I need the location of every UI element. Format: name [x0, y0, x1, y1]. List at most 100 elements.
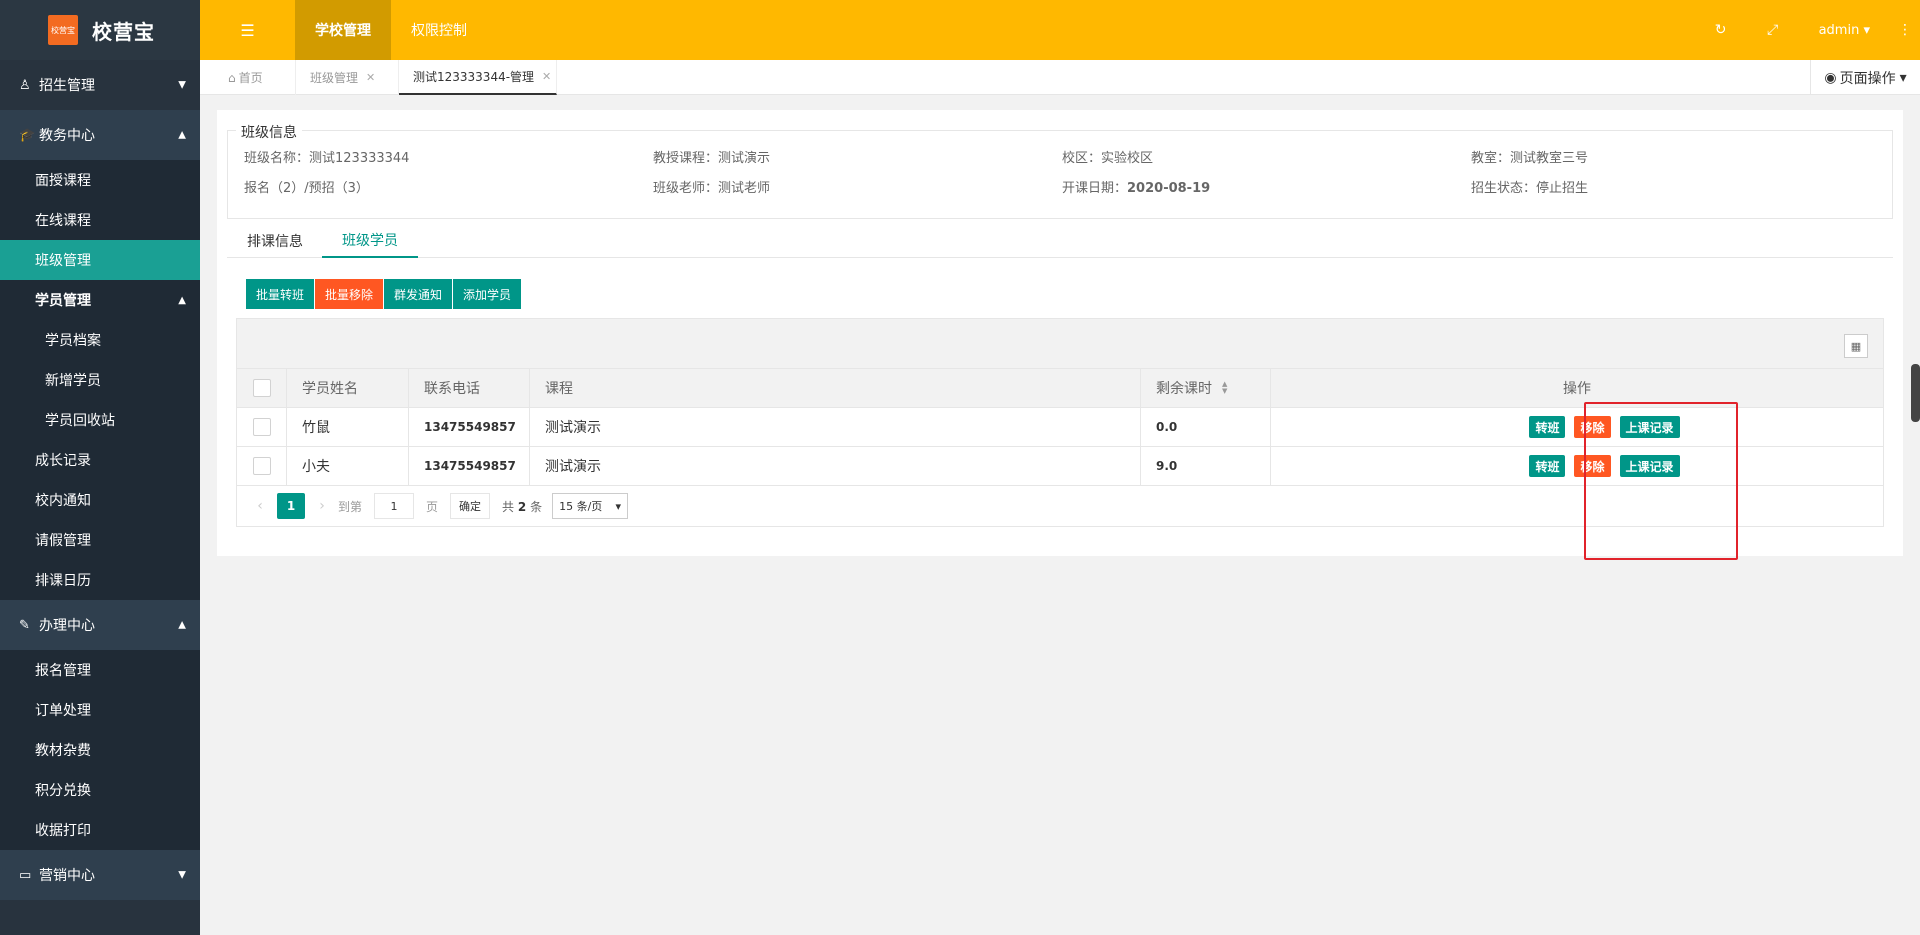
- sidebar-item-notices[interactable]: 校内通知: [0, 480, 200, 520]
- transfer-button[interactable]: 转班: [1529, 416, 1566, 438]
- tab-label: 首页: [238, 71, 263, 85]
- close-icon[interactable]: ✕: [542, 70, 551, 83]
- total-count: 共 2 条: [502, 498, 542, 515]
- tab-class-management[interactable]: 班级管理 ✕: [296, 60, 399, 95]
- batch-transfer-button[interactable]: 批量转班: [246, 279, 316, 309]
- row-checkbox[interactable]: [252, 418, 271, 436]
- total-value: 2: [517, 499, 527, 514]
- top-menu-school[interactable]: 学校管理: [295, 0, 391, 60]
- sidebar-item-student-profiles[interactable]: 学员档案: [0, 320, 200, 360]
- page-label: 页: [426, 499, 439, 514]
- current-page[interactable]: 1: [277, 493, 305, 519]
- value: 实验校区: [1101, 151, 1154, 166]
- value: 测试教室三号: [1510, 151, 1589, 166]
- nav-group-marketing[interactable]: ▭ 营销中心 ▼: [0, 850, 200, 900]
- sidebar-item-calendar[interactable]: 排课日历: [0, 560, 200, 600]
- class-name-info: 班级名称：测试123333344: [244, 147, 409, 166]
- sidebar-item-class-management[interactable]: 班级管理: [0, 240, 200, 280]
- nav-group-office[interactable]: ✎ 办理中心 ▲: [0, 600, 200, 650]
- batch-remove-button[interactable]: 批量移除: [315, 279, 385, 309]
- caret-down-icon: ▾: [1899, 69, 1907, 86]
- fullscreen-icon[interactable]: ⤢: [1747, 22, 1799, 38]
- top-menu-permissions[interactable]: 权限控制: [391, 0, 487, 60]
- logo-text: 校营宝: [92, 19, 155, 44]
- user-menu[interactable]: admin ▾: [1799, 23, 1890, 38]
- table-toolbar: ▦: [237, 319, 1883, 369]
- class-info-fieldset: 班级信息 班级名称：测试123333344 教授课程：测试演示 校区：实验校区 …: [227, 122, 1893, 219]
- sidebar-item-face-courses[interactable]: 面授课程: [0, 160, 200, 200]
- close-icon[interactable]: ✕: [366, 71, 375, 84]
- value: 停止招生: [1536, 181, 1589, 196]
- top-right-tools: ↻ ⤢ admin ▾ ⋮: [1695, 0, 1920, 60]
- total-suffix: 条: [530, 499, 543, 514]
- more-vertical-icon[interactable]: ⋮: [1890, 22, 1920, 38]
- label: 班级名称：: [244, 151, 310, 166]
- nav-group-enrollment[interactable]: ♙ 招生管理 ▼: [0, 60, 200, 110]
- nav-group-academic[interactable]: 🎓 教务中心 ▲: [0, 110, 200, 160]
- sort-icon[interactable]: ▲ ▼: [1222, 381, 1227, 395]
- value: 测试演示: [718, 151, 771, 166]
- tab-class-students[interactable]: 班级学员: [322, 223, 418, 258]
- header-hours[interactable]: 剩余课时 ▲ ▼: [1141, 369, 1271, 407]
- transfer-button[interactable]: 转班: [1529, 455, 1566, 477]
- logo: 校营宝 校营宝: [0, 0, 200, 60]
- label: 教室：: [1471, 151, 1511, 166]
- page-operations-menu[interactable]: ◉ 页面操作 ▾: [1810, 60, 1920, 95]
- laptop-icon: ▭: [19, 867, 32, 883]
- sidebar-item-materials[interactable]: 教材杂费: [0, 730, 200, 770]
- cell-hours: 9.0: [1141, 447, 1271, 485]
- nav-group-label: 教务中心: [39, 128, 95, 144]
- row-checkbox[interactable]: [252, 457, 271, 475]
- sidebar-item-orders[interactable]: 订单处理: [0, 690, 200, 730]
- sidebar-item-online-courses[interactable]: 在线课程: [0, 200, 200, 240]
- sidebar-item-receipts[interactable]: 收据打印: [0, 810, 200, 850]
- group-notify-button[interactable]: 群发通知: [384, 279, 454, 309]
- class-enroll-info: 报名（2）/预招（3）: [244, 181, 369, 196]
- tab-home[interactable]: ⌂ 首页: [200, 60, 296, 95]
- tab-label: 测试123333344-管理: [413, 70, 535, 84]
- chevron-up-icon: ▲: [178, 619, 186, 631]
- highlight-annotation-box: [1584, 402, 1738, 560]
- menu-toggle-icon[interactable]: ☰: [200, 0, 295, 60]
- sidebar-item-points[interactable]: 积分兑换: [0, 770, 200, 810]
- logo-badge: 校营宝: [48, 15, 78, 45]
- sidebar-item-add-student[interactable]: 新增学员: [0, 360, 200, 400]
- goto-confirm-button[interactable]: 确定: [450, 493, 491, 519]
- row-select-cell: [237, 408, 287, 446]
- sidebar-item-student-management[interactable]: 学员管理 ▲: [0, 280, 200, 320]
- cell-actions: 转班 移除 上课记录: [1271, 408, 1883, 446]
- batch-action-buttons: 批量转班 批量移除 群发通知 添加学员: [246, 279, 523, 309]
- sidebar-item-student-recycle[interactable]: 学员回收站: [0, 400, 200, 440]
- prev-page-icon[interactable]: ‹: [250, 498, 270, 514]
- caret-down-icon: ▾: [1863, 22, 1870, 38]
- cell-actions: 转班 移除 上课记录: [1271, 447, 1883, 485]
- person-icon: ♙: [19, 77, 31, 93]
- academic-submenu: 面授课程 在线课程 班级管理 学员管理 ▲ 学员档案 新增学员 学员回收站 成长…: [0, 160, 200, 600]
- sidebar-item-leave[interactable]: 请假管理: [0, 520, 200, 560]
- scrollbar-thumb[interactable]: [1911, 364, 1920, 422]
- sidebar: 校营宝 校营宝 ♙ 招生管理 ▼ 🎓 教务中心 ▲ 面授课程 在线课程 班级管理…: [0, 0, 200, 935]
- sidebar-item-registration[interactable]: 报名管理: [0, 650, 200, 690]
- graduation-cap-icon: 🎓: [19, 127, 36, 143]
- refresh-icon[interactable]: ↻: [1695, 22, 1747, 38]
- goto-page-input[interactable]: 1: [374, 493, 415, 519]
- label: 班级老师：: [653, 181, 719, 196]
- page-size-select[interactable]: 15 条/页 ▾: [552, 493, 629, 519]
- total-prefix: 共: [502, 499, 515, 514]
- chevron-up-icon: ▲: [178, 294, 186, 306]
- sidebar-item-growth[interactable]: 成长记录: [0, 440, 200, 480]
- nav-group-label: 营销中心: [39, 868, 95, 884]
- tab-class-detail[interactable]: 测试123333344-管理 ✕: [399, 60, 557, 95]
- user-name: admin: [1818, 22, 1860, 38]
- columns-filter-icon[interactable]: ▦: [1844, 334, 1868, 358]
- next-page-icon[interactable]: ›: [312, 498, 332, 514]
- cell-course: 测试演示: [530, 447, 1141, 485]
- tab-schedule-info[interactable]: 排课信息: [227, 223, 323, 258]
- header-hours-label: 剩余课时: [1156, 381, 1212, 397]
- cell-name: 竹鼠: [287, 408, 409, 446]
- tab-label: 班级管理: [310, 71, 359, 85]
- add-student-button[interactable]: 添加学员: [453, 279, 523, 309]
- select-all-checkbox[interactable]: [252, 379, 271, 397]
- nav-group-label: 办理中心: [39, 618, 95, 634]
- label: 招生状态：: [1471, 181, 1537, 196]
